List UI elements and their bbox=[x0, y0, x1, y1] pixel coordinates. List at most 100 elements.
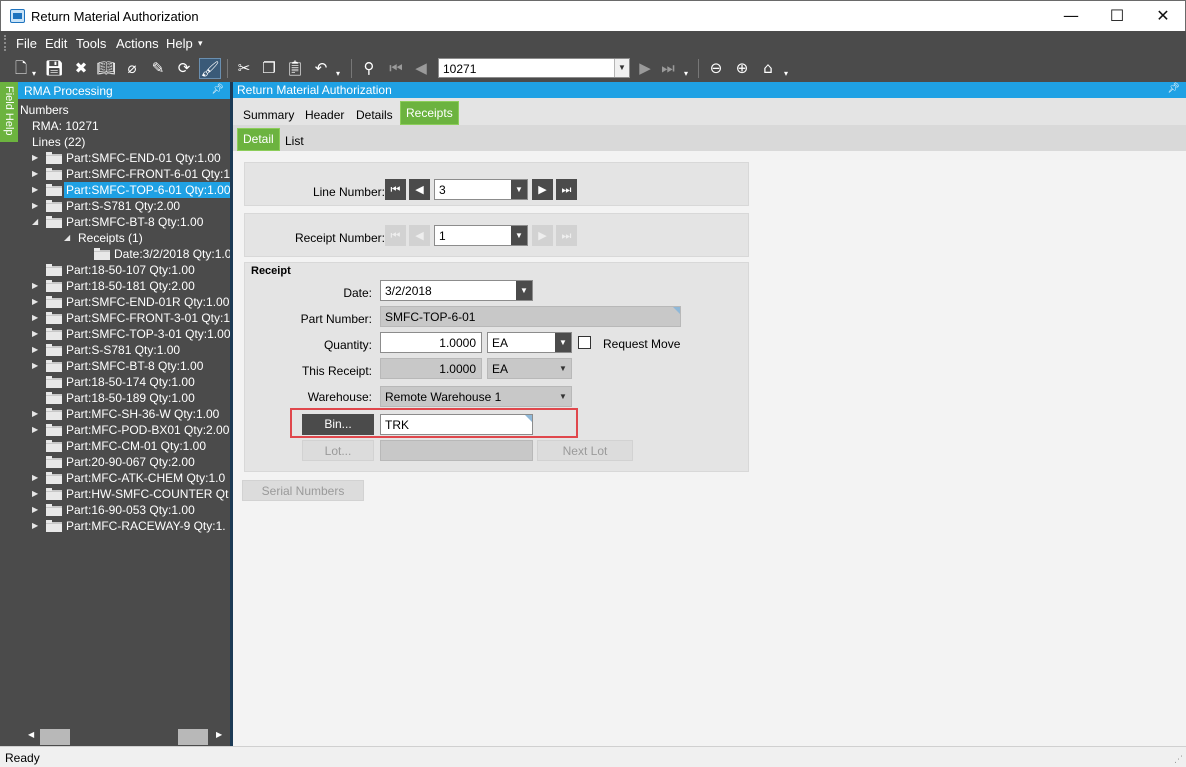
tab-detail[interactable]: Detail bbox=[237, 128, 280, 151]
menu-edit[interactable]: Edit bbox=[45, 36, 67, 51]
expand-arrow-icon[interactable]: ▶ bbox=[32, 326, 38, 342]
nav-dropdown-icon[interactable]: ▾ bbox=[684, 69, 688, 78]
scroll-thumb-end[interactable] bbox=[178, 729, 208, 745]
next-record-icon[interactable]: ▶ bbox=[634, 58, 656, 79]
new-dropdown-icon[interactable]: ▾ bbox=[32, 69, 36, 78]
first-record-icon[interactable]: ⏮ bbox=[385, 58, 407, 79]
expand-arrow-icon[interactable]: ▶ bbox=[32, 278, 38, 294]
chevron-down-icon[interactable]: ▼ bbox=[614, 59, 629, 77]
chevron-down-icon[interactable]: ▼ bbox=[511, 226, 527, 245]
collapse-arrow-icon[interactable]: ◢ bbox=[64, 230, 70, 246]
warehouse-combo[interactable]: Remote Warehouse 1 ▼ bbox=[380, 386, 572, 407]
tree-item[interactable]: ▶ Part:SMFC-END-01R Qty:1.00 bbox=[32, 294, 230, 310]
tree-item[interactable]: ▶ Part:SMFC-FRONT-3-01 Qty:1 bbox=[32, 310, 230, 326]
tree-item[interactable]: ▶ Part:SMFC-FRONT-6-01 Qty:1 bbox=[32, 166, 230, 182]
menu-file[interactable]: File bbox=[16, 36, 37, 51]
rma-number-combo[interactable]: 10271 ▼ bbox=[438, 58, 630, 78]
scroll-right-icon[interactable]: ▶ bbox=[216, 730, 222, 739]
forward-icon[interactable]: ⊕ bbox=[731, 58, 753, 79]
expand-arrow-icon[interactable]: ▶ bbox=[32, 358, 38, 374]
scroll-thumb[interactable] bbox=[40, 729, 70, 745]
previous-line-icon[interactable]: ◀ bbox=[409, 179, 430, 200]
attach-icon[interactable]: ⌀ bbox=[121, 58, 143, 79]
expand-arrow-icon[interactable]: ▶ bbox=[32, 310, 38, 326]
receipt-number-combo[interactable]: 1 ▼ bbox=[434, 225, 528, 246]
date-picker[interactable]: 3/2/2018 ▼ bbox=[380, 280, 533, 301]
chevron-down-icon[interactable]: ▼ bbox=[511, 180, 527, 199]
serial-numbers-button[interactable]: Serial Numbers bbox=[242, 480, 364, 501]
tree-item[interactable]: ▶ Part:MFC-RACEWAY-9 Qty:1. bbox=[32, 518, 230, 534]
menu-overflow-icon[interactable]: ▾ bbox=[198, 38, 203, 49]
search-icon[interactable]: ⚲ bbox=[358, 58, 380, 79]
save-icon[interactable]: 💾︎ bbox=[43, 58, 65, 79]
minimize-button[interactable]: — bbox=[1048, 1, 1094, 31]
tree-item[interactable]: ▶ Part:HW-SMFC-COUNTER Qt bbox=[32, 486, 230, 502]
next-line-icon[interactable]: ▶ bbox=[532, 179, 553, 200]
menu-help[interactable]: Help bbox=[166, 36, 193, 51]
tree-item[interactable]: ▶ Part:MFC-POD-BX01 Qty:2.00 bbox=[32, 422, 230, 438]
tree-item[interactable]: Part:18-50-174 Qty:1.00 bbox=[32, 374, 230, 390]
new-icon[interactable]: 🗋 bbox=[10, 58, 32, 79]
tree-item[interactable]: ▶ Part:SMFC-TOP-3-01 Qty:1.00 bbox=[32, 326, 231, 342]
menu-actions[interactable]: Actions bbox=[116, 36, 159, 51]
previous-receipt-icon[interactable]: ◀ bbox=[409, 225, 430, 246]
undo-icon[interactable]: ↶ bbox=[310, 58, 332, 79]
expand-arrow-icon[interactable]: ▶ bbox=[32, 406, 38, 422]
tree-item[interactable]: Part:20-90-067 Qty:2.00 bbox=[32, 454, 230, 470]
attach-icon-2[interactable]: ✎ bbox=[147, 58, 169, 79]
first-line-icon[interactable]: ⏮ bbox=[385, 179, 406, 200]
tree-item[interactable]: Lines (22) bbox=[20, 134, 230, 150]
line-number-combo[interactable]: 3 ▼ bbox=[434, 179, 528, 200]
maximize-button[interactable]: ☐ bbox=[1094, 1, 1140, 31]
tab-summary[interactable]: Summary bbox=[243, 108, 294, 122]
chevron-down-icon[interactable]: ▼ bbox=[555, 333, 571, 352]
tree-horizontal-scrollbar[interactable]: ◀ ▶ bbox=[18, 728, 230, 746]
tree-item[interactable]: ▶ Part:SMFC-BT-8 Qty:1.00 bbox=[32, 358, 230, 374]
tree-item[interactable]: ▶ Part:S-S781 Qty:1.00 bbox=[32, 342, 230, 358]
pin-icon[interactable]: 📌︎ bbox=[211, 84, 224, 95]
request-move-checkbox[interactable] bbox=[578, 336, 591, 349]
last-receipt-icon[interactable]: ⏭ bbox=[556, 225, 577, 246]
tree-item[interactable]: Date:3/2/2018 Qty:1.00 bbox=[80, 246, 238, 262]
tab-header[interactable]: Header bbox=[305, 108, 344, 122]
tree-item[interactable]: Part:18-50-189 Qty:1.00 bbox=[32, 390, 230, 406]
expand-arrow-icon[interactable]: ▶ bbox=[32, 470, 38, 486]
refresh-icon[interactable]: ⟳ bbox=[173, 58, 195, 79]
cut-icon[interactable]: ✂ bbox=[233, 58, 255, 79]
back-icon[interactable]: ⊖ bbox=[705, 58, 727, 79]
toolbar-overflow-icon[interactable]: ▾ bbox=[784, 69, 788, 78]
next-receipt-icon[interactable]: ▶ bbox=[532, 225, 553, 246]
menu-tools[interactable]: Tools bbox=[76, 36, 106, 51]
tree-item[interactable]: ▶ Part:16-90-053 Qty:1.00 bbox=[32, 502, 230, 518]
open-book-icon[interactable]: 📖︎ bbox=[95, 58, 117, 79]
undo-dropdown-icon[interactable]: ▾ bbox=[336, 69, 340, 78]
expand-arrow-icon[interactable]: ▶ bbox=[32, 182, 38, 198]
tree-item[interactable]: ▶ Part:MFC-SH-36-W Qty:1.00 bbox=[32, 406, 230, 422]
tree-item[interactable]: ▶ Part:MFC-ATK-CHEM Qty:1.0 bbox=[32, 470, 230, 486]
expand-arrow-icon[interactable]: ▶ bbox=[32, 166, 38, 182]
expand-arrow-icon[interactable]: ▶ bbox=[32, 150, 38, 166]
expand-arrow-icon[interactable]: ▶ bbox=[32, 518, 38, 534]
paste-icon[interactable]: 📋︎ bbox=[284, 58, 306, 79]
last-line-icon[interactable]: ⏭ bbox=[556, 179, 577, 200]
tree-item[interactable]: ▶ Part:SMFC-END-01 Qty:1.00 bbox=[32, 150, 230, 166]
tree-item[interactable]: ▶ Part:18-50-181 Qty:2.00 bbox=[32, 278, 230, 294]
lot-button[interactable]: Lot... bbox=[302, 440, 374, 461]
expand-arrow-icon[interactable]: ▶ bbox=[32, 486, 38, 502]
tree-item[interactable]: ▶ Part:SMFC-TOP-6-01 Qty:1.00 bbox=[32, 182, 233, 198]
next-lot-button[interactable]: Next Lot bbox=[537, 440, 633, 461]
field-help-tab[interactable]: Field Help bbox=[0, 82, 18, 142]
expand-arrow-icon[interactable]: ▶ bbox=[32, 422, 38, 438]
tree-item[interactable]: Part:18-50-107 Qty:1.00 bbox=[32, 262, 230, 278]
last-record-icon[interactable]: ⏭ bbox=[657, 58, 679, 79]
tree-item[interactable]: ▶ Part:S-S781 Qty:2.00 bbox=[32, 198, 230, 214]
calendar-dropdown-icon[interactable]: ▼ bbox=[516, 281, 532, 300]
expand-arrow-icon[interactable]: ▶ bbox=[32, 502, 38, 518]
tree-item[interactable]: Numbers bbox=[20, 102, 230, 118]
quantity-field[interactable]: 1.0000 bbox=[380, 332, 482, 353]
chevron-down-icon[interactable]: ▼ bbox=[555, 387, 571, 406]
quantity-uom-combo[interactable]: EA ▼ bbox=[487, 332, 572, 353]
expand-arrow-icon[interactable]: ▶ bbox=[32, 198, 38, 214]
tab-details[interactable]: Details bbox=[356, 108, 393, 122]
first-receipt-icon[interactable]: ⏮ bbox=[385, 225, 406, 246]
